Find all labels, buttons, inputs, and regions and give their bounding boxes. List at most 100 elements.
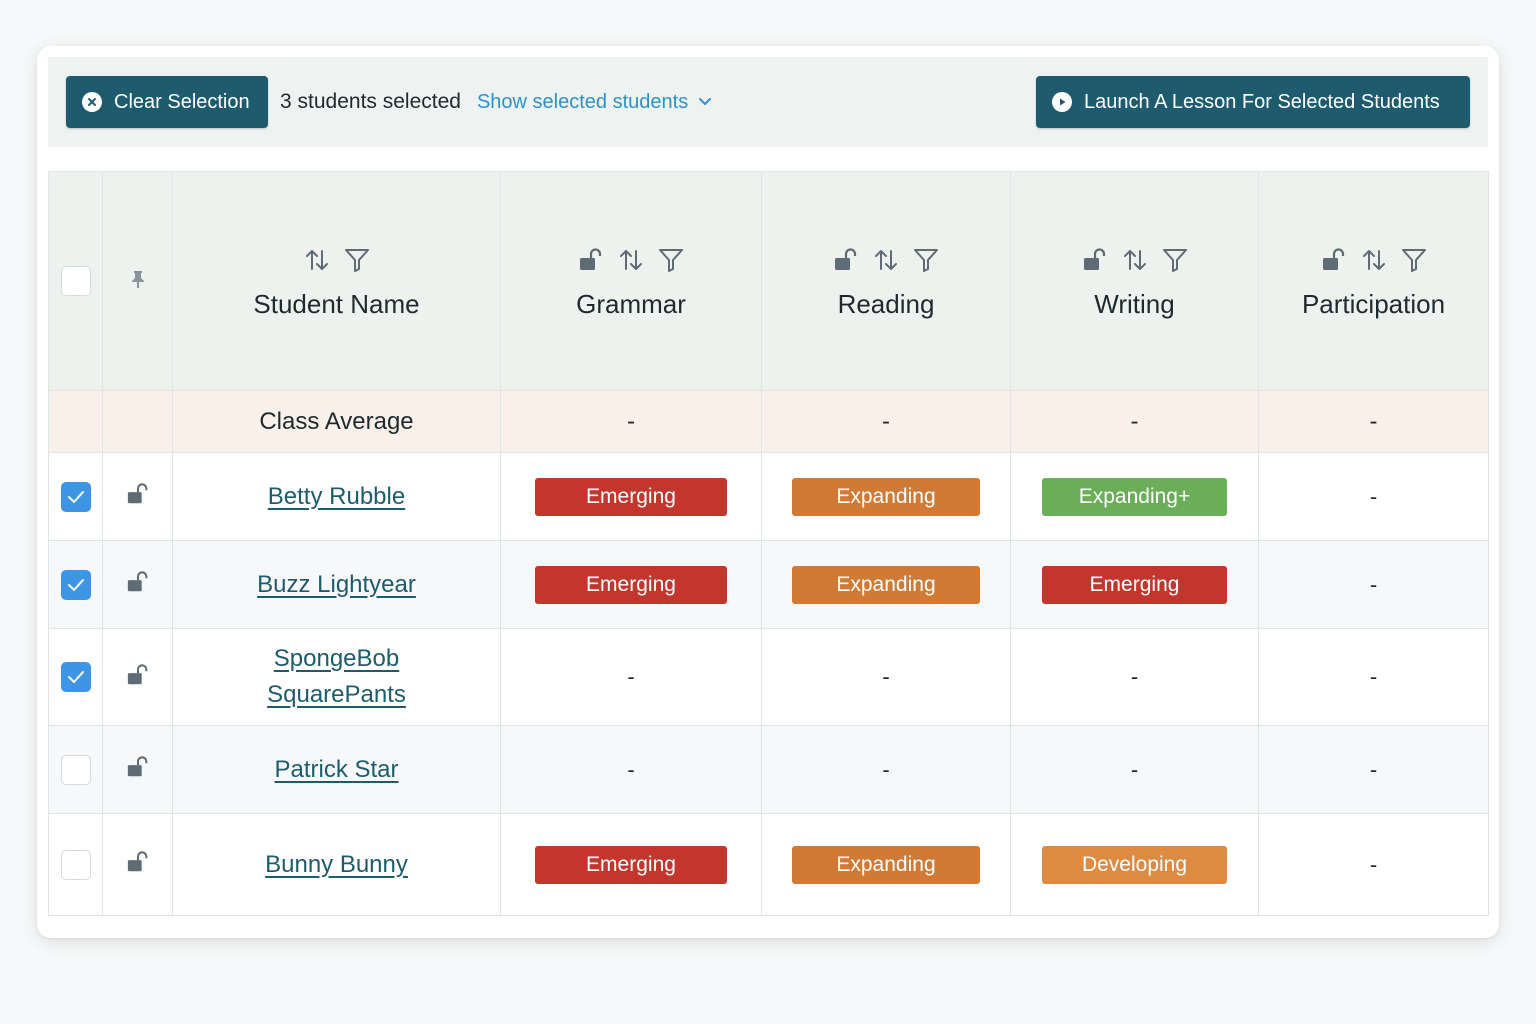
participation-cell: - — [1258, 540, 1489, 629]
grammar-cell: Emerging — [500, 813, 762, 916]
unlock-icon[interactable] — [1321, 247, 1347, 273]
reading-cell: Expanding — [761, 452, 1011, 541]
table-row: SpongeBob SquarePants - - - - — [48, 628, 1489, 726]
reading-cell: Expanding — [761, 813, 1011, 916]
filter-icon[interactable] — [913, 247, 939, 273]
chevron-down-icon — [699, 98, 712, 105]
row-checkbox-checked[interactable] — [60, 481, 91, 512]
filter-icon[interactable] — [658, 247, 684, 273]
student-name-link[interactable]: Buzz Lightyear — [257, 571, 416, 598]
class-average-row: Class Average - - - - — [48, 390, 1489, 453]
lock-cell — [102, 452, 173, 541]
select-cell — [48, 452, 103, 541]
grammar-cell: Emerging — [500, 452, 762, 541]
participation-cell: - — [1258, 452, 1489, 541]
level-badge-expanding-plus: Expanding+ — [1042, 477, 1227, 516]
student-name-link[interactable]: Betty Rubble — [268, 483, 405, 510]
level-badge-expanding: Expanding — [792, 565, 980, 604]
writing-cell: Developing — [1010, 813, 1259, 916]
row-checkbox-checked[interactable] — [60, 662, 91, 692]
participation-cell: - — [1258, 725, 1489, 814]
participation-cell: - — [1258, 813, 1489, 916]
filter-icon[interactable] — [1401, 247, 1427, 273]
avg-empty-cell — [48, 390, 103, 453]
student-name-link[interactable]: SpongeBob SquarePants — [267, 645, 406, 708]
unlock-icon[interactable] — [126, 755, 150, 779]
lock-cell — [102, 725, 173, 814]
play-circle-icon — [1052, 92, 1072, 112]
filter-icon[interactable] — [344, 247, 370, 273]
select-cell — [48, 540, 103, 629]
reading-cell: - — [761, 725, 1011, 814]
selection-toolbar: Clear Selection 3 students selected Show… — [48, 57, 1488, 147]
clear-selection-button[interactable]: Clear Selection — [66, 76, 268, 128]
grammar-cell: Emerging — [500, 540, 762, 629]
avg-reading: - — [761, 390, 1011, 453]
writing-header: Writing — [1010, 171, 1259, 391]
pin-header-cell — [102, 171, 173, 391]
student-name-link[interactable]: Bunny Bunny — [265, 851, 408, 878]
table-row: Bunny Bunny Emerging Expanding Developin… — [48, 813, 1489, 916]
select-all-cell — [48, 171, 103, 391]
show-selected-label: Show selected students — [476, 90, 689, 113]
student-name-label: Student Name — [253, 288, 420, 319]
writing-cell: Expanding+ — [1010, 452, 1259, 541]
table-row: Patrick Star - - - - — [48, 725, 1489, 814]
unlock-icon[interactable] — [126, 850, 150, 874]
level-badge-emerging: Emerging — [1042, 565, 1227, 604]
sort-icon[interactable] — [1361, 247, 1387, 273]
reading-label: Reading — [837, 288, 935, 319]
level-badge-developing: Developing — [1042, 845, 1227, 884]
grammar-header: Grammar — [500, 171, 762, 391]
sort-icon[interactable] — [304, 247, 330, 273]
unlock-icon[interactable] — [1082, 247, 1108, 273]
name-cell: SpongeBob SquarePants — [172, 628, 501, 726]
gradebook-card: Clear Selection 3 students selected Show… — [37, 46, 1499, 938]
unlock-icon[interactable] — [126, 482, 150, 506]
participation-label: Participation — [1301, 288, 1446, 319]
launch-lesson-button[interactable]: Launch A Lesson For Selected Students — [1036, 76, 1470, 128]
row-checkbox-checked[interactable] — [60, 569, 91, 600]
lock-cell — [102, 813, 173, 916]
table-row: Betty Rubble Emerging Expanding Expandin… — [48, 452, 1489, 541]
lock-cell — [102, 628, 173, 726]
student-name-header: Student Name — [172, 171, 501, 391]
avg-grammar: - — [500, 390, 762, 453]
select-cell — [48, 813, 103, 916]
name-cell: Betty Rubble — [172, 452, 501, 541]
sort-icon[interactable] — [1122, 247, 1148, 273]
reading-cell: - — [761, 628, 1011, 726]
avg-empty-cell — [102, 390, 173, 453]
filter-icon[interactable] — [1162, 247, 1188, 273]
select-all-checkbox[interactable] — [60, 266, 91, 296]
row-checkbox[interactable] — [60, 754, 91, 785]
sort-icon[interactable] — [618, 247, 644, 273]
sort-icon[interactable] — [873, 247, 899, 273]
class-average-label: Class Average — [172, 390, 501, 453]
grammar-cell: - — [500, 725, 762, 814]
selected-count: 3 students selected — [280, 90, 461, 113]
unlock-icon[interactable] — [833, 247, 859, 273]
reading-cell: Expanding — [761, 540, 1011, 629]
student-grid: Student Name Grammar Reading Writing Par… — [48, 171, 1489, 916]
level-badge-emerging: Emerging — [535, 565, 727, 604]
show-selected-toggle[interactable]: Show selected students — [477, 91, 712, 114]
launch-lesson-label: Launch A Lesson For Selected Students — [1084, 90, 1440, 113]
student-name-line: SquarePants — [267, 681, 406, 708]
writing-cell: Emerging — [1010, 540, 1259, 629]
unlock-icon[interactable] — [126, 663, 150, 687]
select-cell — [48, 725, 103, 814]
unlock-icon[interactable] — [578, 247, 604, 273]
level-badge-emerging: Emerging — [535, 477, 727, 516]
student-name-link[interactable]: Patrick Star — [274, 756, 398, 783]
grammar-cell: - — [500, 628, 762, 726]
participation-header: Participation — [1258, 171, 1489, 391]
writing-label: Writing — [1094, 288, 1175, 319]
unlock-icon[interactable] — [126, 570, 150, 594]
close-circle-icon — [82, 92, 102, 112]
student-name-line: SpongeBob — [273, 645, 400, 672]
row-checkbox[interactable] — [60, 849, 91, 880]
lock-cell — [102, 540, 173, 629]
pin-icon[interactable] — [130, 269, 146, 289]
select-cell — [48, 628, 103, 726]
